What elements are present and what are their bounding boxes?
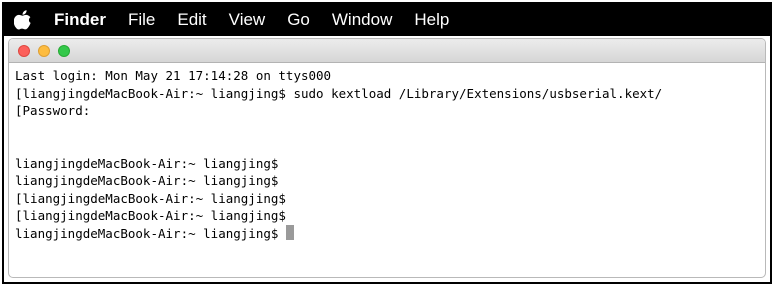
- menu-app-finder[interactable]: Finder: [54, 10, 106, 30]
- terminal-line: liangjingdeMacBook-Air:~ liangjing$: [15, 155, 279, 171]
- close-window-button[interactable]: [18, 44, 30, 57]
- apple-icon[interactable]: [14, 9, 34, 31]
- terminal-line: [liangjingdeMacBook-Air:~ liangjing$: [15, 190, 286, 206]
- terminal-line: [liangjingdeMacBook-Air:~ liangjing$: [15, 208, 286, 223]
- terminal-prompt-line: liangjingdeMacBook-Air:~ liangjing$: [15, 224, 765, 243]
- terminal-output[interactable]: Last login: Mon May 21 17:14:28 on ttys0…: [9, 63, 765, 242]
- menu-window[interactable]: Window: [332, 10, 392, 30]
- menu-go[interactable]: Go: [287, 10, 310, 30]
- menu-view[interactable]: View: [229, 10, 266, 30]
- terminal-cursor: [286, 224, 295, 240]
- window-titlebar[interactable]: [9, 39, 765, 63]
- terminal-line: Last login: Mon May 21 17:14:28 on ttys0…: [15, 68, 332, 83]
- terminal-line: [Password:: [15, 103, 91, 118]
- screenshot-frame: Finder File Edit View Go Window Help Las…: [2, 2, 772, 284]
- terminal-prompt: liangjingdeMacBook-Air:~ liangjing$: [15, 225, 279, 241]
- terminal-window: Last login: Mon May 21 17:14:28 on ttys0…: [8, 38, 766, 278]
- menu-edit[interactable]: Edit: [177, 10, 206, 30]
- minimize-window-button[interactable]: [38, 44, 50, 57]
- menu-file[interactable]: File: [128, 10, 155, 30]
- terminal-line: [liangjingdeMacBook-Air:~ liangjing$ sud…: [15, 85, 663, 101]
- menu-help[interactable]: Help: [414, 10, 449, 30]
- terminal-line: liangjingdeMacBook-Air:~ liangjing$: [15, 173, 279, 188]
- zoom-window-button[interactable]: [58, 44, 70, 57]
- menu-bar: Finder File Edit View Go Window Help: [4, 4, 770, 36]
